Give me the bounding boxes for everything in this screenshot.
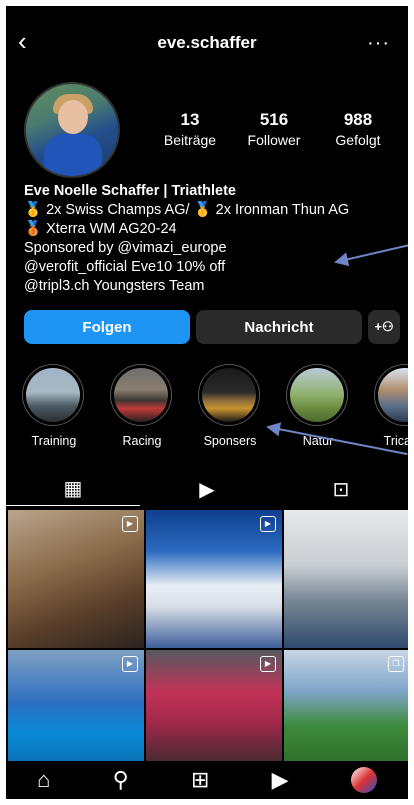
highlight-thumbnail	[378, 368, 408, 422]
username-title: eve.schaffer	[157, 33, 257, 52]
highlight-ring	[110, 364, 172, 426]
profile-stats: 13 Beiträge 516 Follower 988 Gefolgt	[150, 110, 398, 148]
highlight-ring	[22, 364, 84, 426]
highlight-thumbnail	[290, 368, 344, 422]
post-thumbnail[interactable]: ❐	[284, 650, 410, 768]
highlight-thumbnail	[114, 368, 168, 422]
highlight-label: Tricamp	[383, 434, 408, 448]
post-thumbnail[interactable]: ▶	[8, 650, 144, 768]
stat-followers[interactable]: 516 Follower	[234, 110, 314, 148]
stat-following-label: Gefolgt	[335, 132, 381, 148]
add-person-icon[interactable]: +⚇	[368, 310, 400, 344]
profile-bio: Eve Noelle Schaffer | Triathlete 🥇 2x Sw…	[24, 182, 394, 296]
message-button[interactable]: Nachricht	[196, 310, 362, 344]
top-bar: ‹ eve.schaffer ···	[6, 6, 408, 80]
search-icon[interactable]: ⚲	[113, 767, 129, 793]
bottom-navigation: ⌂ ⚲ ⊞ ▶︎	[6, 761, 408, 799]
profile-tabs: ▦ ▶︎ ⊡	[6, 472, 408, 506]
stat-following[interactable]: 988 Gefolgt	[318, 110, 398, 148]
stat-followers-label: Follower	[247, 132, 301, 148]
highlight-thumbnail	[26, 368, 80, 422]
stat-posts-label: Beiträge	[163, 132, 217, 148]
story-highlights: Training Racing Sponsers Natur Tricamp	[22, 364, 408, 454]
stat-posts[interactable]: 13 Beiträge	[150, 110, 230, 148]
bio-line: 🥇 2x Swiss Champs AG/ 🥇 2x Ironman Thun …	[24, 202, 350, 218]
profile-actions: Folgen Nachricht +⚇	[24, 310, 402, 344]
reel-icon: ▶	[260, 656, 276, 672]
highlight-racing[interactable]: Racing	[110, 364, 174, 454]
home-icon[interactable]: ⌂	[37, 767, 50, 793]
post-thumbnail[interactable]	[284, 510, 410, 648]
highlight-ring	[198, 364, 260, 426]
highlight-ring	[286, 364, 348, 426]
follow-button[interactable]: Folgen	[24, 310, 190, 344]
stat-posts-value: 13	[180, 110, 200, 129]
post-thumbnail[interactable]: ▶	[146, 650, 282, 768]
highlight-label: Training	[31, 434, 77, 448]
post-grid: ▶ ▶ ▶ ▶ ❐	[8, 510, 410, 768]
profile-icon[interactable]	[350, 767, 377, 793]
reel-icon: ▶	[122, 656, 138, 672]
add-post-icon[interactable]: ⊞	[191, 767, 209, 793]
chevron-left-icon[interactable]: ‹	[18, 28, 27, 54]
highlight-sponsers[interactable]: Sponsers	[198, 364, 262, 454]
reels-icon[interactable]: ▶︎	[140, 472, 274, 506]
highlight-tricamp[interactable]: Tricamp	[374, 364, 408, 454]
grid-icon[interactable]: ▦	[6, 472, 140, 506]
reel-icon: ▶	[122, 516, 138, 532]
gallery-icon: ❐	[388, 656, 404, 672]
highlight-ring	[374, 364, 408, 426]
reel-icon: ▶	[260, 516, 276, 532]
avatar-face	[58, 100, 88, 134]
post-thumbnail[interactable]: ▶	[146, 510, 282, 648]
more-horizontal-icon[interactable]: ···	[367, 32, 390, 55]
avatar-body	[44, 134, 102, 176]
bio-line[interactable]: @tripl3.ch Youngsters Team	[24, 277, 394, 296]
stat-following-value: 988	[343, 110, 373, 129]
post-thumbnail[interactable]: ▶	[8, 510, 144, 648]
bio-name: Eve Noelle Schaffer | Triathlete	[24, 183, 236, 199]
stat-followers-value: 516	[259, 110, 289, 129]
highlight-training[interactable]: Training	[22, 364, 86, 454]
tagged-icon[interactable]: ⊡	[274, 472, 408, 506]
highlight-label: Sponsers	[203, 434, 257, 448]
highlight-thumbnail	[202, 368, 256, 422]
highlight-label: Racing	[122, 434, 162, 448]
reels-icon[interactable]: ▶︎	[272, 767, 289, 793]
bio-line: 🥉 Xterra WM AG20-24	[24, 221, 177, 237]
avatar[interactable]	[24, 82, 120, 178]
